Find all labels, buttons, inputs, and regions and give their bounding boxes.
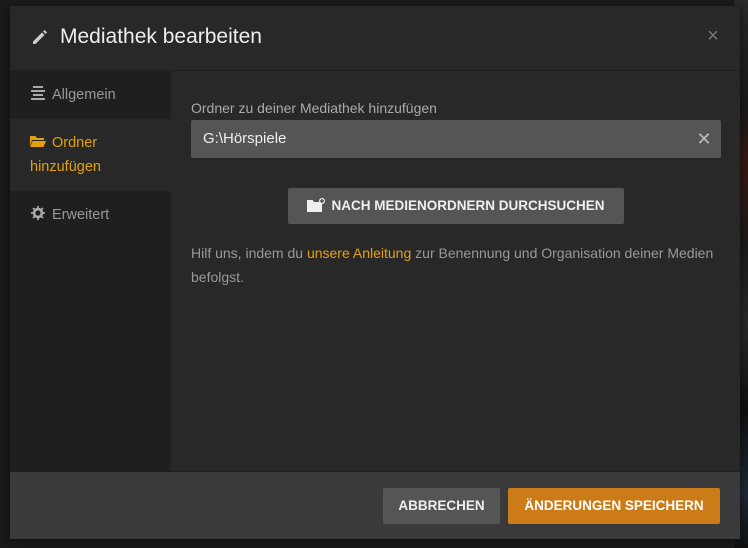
dialog-footer: ABBRECHEN ÄNDERUNGEN SPEICHERN [10,471,740,539]
folder-add-icon [307,198,326,212]
guide-link[interactable]: unsere Anleitung [307,245,411,261]
sidebar-item-advanced[interactable]: Erweitert [10,191,171,239]
sidebar-item-label: Allgemein [52,87,116,103]
help-text: Hilf uns, indem du unsere Anleitung zur … [191,241,721,289]
browse-media-folders-button[interactable]: NACH MEDIENORDNERN DURCHSUCHEN [288,188,624,224]
save-changes-button[interactable]: ÄNDERUNGEN SPEICHERN [508,488,720,524]
gear-icon [30,204,46,220]
folder-open-icon [30,132,46,147]
general-lines-icon [30,84,46,100]
settings-sidebar: Allgemein Ordner hinzufügen Erweitert [10,71,171,471]
cancel-button[interactable]: ABBRECHEN [383,488,500,524]
close-icon[interactable]: × [702,25,724,47]
browse-button-label: NACH MEDIENORDNERN DURCHSUCHEN [331,198,605,213]
folder-field-label: Ordner zu deiner Mediathek hinzufügen [191,100,437,116]
help-text-before: Hilf uns, indem du [191,245,307,261]
edit-library-dialog: Mediathek bearbeiten × Allgemein Ordner … [10,6,740,539]
clear-path-icon[interactable]: ✕ [694,129,714,149]
sidebar-item-label: Erweitert [52,207,110,223]
sidebar-item-general[interactable]: Allgemein [10,71,171,119]
folder-path-input[interactable]: G:\Hörspiele [191,120,721,158]
dialog-title: Mediathek bearbeiten [60,25,262,48]
pencil-icon [30,27,50,47]
add-folder-panel: Ordner zu deiner Mediathek hinzufügen G:… [171,71,740,471]
dialog-header: Mediathek bearbeiten × [10,6,740,71]
sidebar-item-add-folder[interactable]: Ordner hinzufügen [10,119,171,191]
